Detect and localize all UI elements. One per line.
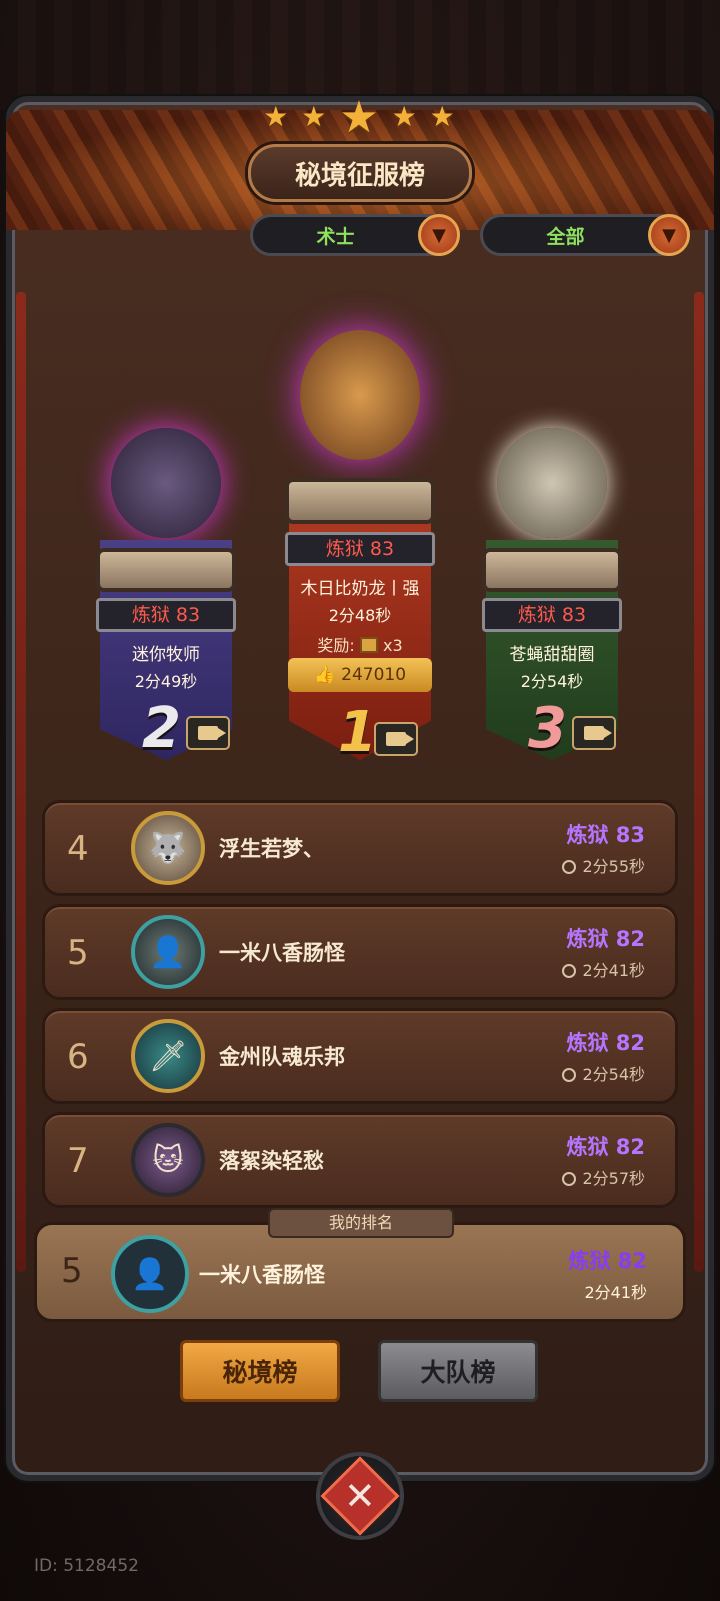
- clear-time: 2分54秒: [520, 672, 584, 691]
- close-icon: ✕: [344, 1474, 376, 1518]
- tier-label: 炼狱 82: [568, 1249, 647, 1273]
- character-avatar-icon: [497, 428, 607, 538]
- rank-number: 1: [338, 700, 377, 765]
- podium-second[interactable]: 炼狱 83 迷你牧师 2分49秒 2: [92, 420, 240, 770]
- player-name: 落絮染轻愁: [219, 1149, 324, 1173]
- rank-number: 5: [67, 933, 89, 973]
- tier-label: 炼狱 83: [285, 532, 435, 566]
- replay-video-button[interactable]: [186, 716, 230, 750]
- rank-number: 7: [67, 1141, 89, 1181]
- pedestal: [96, 548, 236, 592]
- likes-button[interactable]: 👍 247010: [288, 658, 432, 692]
- clear-time: 2分49秒: [134, 672, 198, 691]
- clock-icon: [562, 860, 577, 874]
- tier-label: 炼狱 83: [566, 823, 645, 847]
- ranking-row[interactable]: 6 🗡 金州队魂乐邦 炼狱 82 2分54秒: [42, 1008, 678, 1104]
- replay-video-button[interactable]: [374, 722, 418, 756]
- tier-label: 炼狱 83: [96, 598, 236, 632]
- reward-row: 奖励: x3: [278, 632, 442, 656]
- ranking-row[interactable]: 5 👤 一米八香肠怪 炼狱 82 2分41秒: [42, 904, 678, 1000]
- player-name: 迷你牧师: [132, 645, 200, 665]
- likes-count: 247010: [341, 665, 407, 685]
- tier-label: 炼狱 83: [482, 598, 622, 632]
- right-rail: [694, 292, 704, 1272]
- ranking-row[interactable]: 7 🐱 落絮染轻愁 炼狱 82 2分57秒: [42, 1112, 678, 1208]
- video-camera-icon: [198, 726, 226, 740]
- my-rank-tag: 我的排名: [268, 1208, 454, 1238]
- tab-team[interactable]: 大队榜: [378, 1340, 538, 1402]
- character-avatar-icon: [111, 428, 221, 538]
- player-name: 一米八香肠怪: [219, 941, 345, 965]
- warrior-avatar-icon: 🗡: [131, 1019, 205, 1093]
- left-rail: [16, 292, 26, 1272]
- class-filter-dropdown[interactable]: 术士 ▼: [250, 214, 460, 256]
- ranking-row[interactable]: 4 🐺 浮生若梦、 炼狱 83 2分55秒: [42, 800, 678, 896]
- tier-label: 炼狱 82: [566, 927, 645, 951]
- character-avatar-icon: [300, 330, 420, 460]
- clear-time: 2分41秒: [562, 957, 645, 981]
- star-icon: ★: [301, 100, 329, 133]
- video-camera-icon: [386, 732, 414, 746]
- rank-number: 4: [67, 829, 89, 869]
- clear-time: 2分57秒: [562, 1165, 645, 1189]
- wolf-avatar-icon: 🐺: [131, 811, 205, 885]
- treasure-chest-icon: [359, 637, 378, 653]
- clear-time: 2分41秒: [584, 1283, 647, 1302]
- replay-video-button[interactable]: [572, 716, 616, 750]
- thumbs-up-icon: 👍: [313, 665, 336, 685]
- user-id: ID: 5128452: [34, 1556, 139, 1576]
- rank-number: 3: [528, 696, 567, 761]
- player-name: 浮生若梦、: [219, 837, 324, 861]
- hooded-avatar-icon: 👤: [131, 915, 205, 989]
- clear-time: 2分55秒: [562, 853, 645, 877]
- cat-avatar-icon: 🐱: [131, 1123, 205, 1197]
- player-name: 苍蝇甜甜圈: [509, 645, 595, 665]
- star-icon: ★: [263, 100, 291, 133]
- clear-time: 2分48秒: [328, 606, 392, 625]
- player-name: 木日比奶龙丨强: [300, 579, 420, 599]
- clear-time: 2分54秒: [562, 1061, 645, 1085]
- pedestal: [285, 478, 435, 524]
- reward-label: 奖励:: [317, 636, 355, 655]
- scope-filter-label: 全部: [546, 225, 585, 248]
- player-name: 一米八香肠怪: [199, 1263, 325, 1287]
- rank-number: 2: [142, 696, 181, 761]
- clock-icon: [562, 1068, 577, 1082]
- page-title: 秘境征服榜: [248, 144, 472, 202]
- tab-secret-realm[interactable]: 秘境榜: [180, 1340, 340, 1402]
- reward-count: x3: [382, 636, 403, 655]
- scope-filter-dropdown[interactable]: 全部 ▼: [480, 214, 690, 256]
- podium-third[interactable]: 炼狱 83 苍蝇甜甜圈 2分54秒 3: [478, 420, 626, 770]
- star-icon: ★: [391, 100, 419, 133]
- chevron-down-icon[interactable]: ▼: [418, 214, 460, 256]
- close-gem: ✕: [320, 1456, 400, 1536]
- tier-label: 炼狱 82: [566, 1031, 645, 1055]
- podium-first[interactable]: 炼狱 83 木日比奶龙丨强 2分48秒 奖励: x3 👍 247010 1: [278, 310, 442, 770]
- rating-stars: ★ ★ ★ ★ ★: [0, 92, 720, 143]
- chevron-down-icon[interactable]: ▼: [648, 214, 690, 256]
- tier-label: 炼狱 82: [566, 1135, 645, 1159]
- clock-icon: [562, 964, 577, 978]
- clock-icon: [562, 1172, 577, 1186]
- close-button[interactable]: ✕: [316, 1452, 404, 1540]
- rank-number: 5: [61, 1251, 83, 1291]
- pedestal: [482, 548, 622, 592]
- hooded-avatar-icon: 👤: [111, 1235, 189, 1313]
- video-camera-icon: [584, 726, 612, 740]
- star-icon: ★: [429, 100, 457, 133]
- player-name: 金州队魂乐邦: [219, 1045, 345, 1069]
- class-filter-label: 术士: [316, 225, 355, 248]
- rank-number: 6: [67, 1037, 89, 1077]
- star-icon: ★: [339, 92, 381, 143]
